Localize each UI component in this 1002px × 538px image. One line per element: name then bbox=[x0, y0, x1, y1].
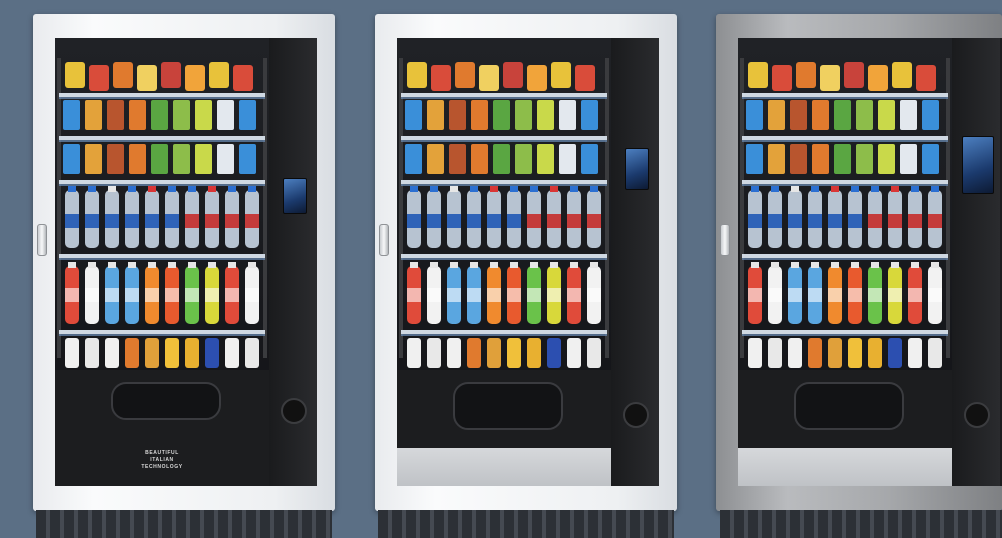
cabinet bbox=[738, 38, 1002, 486]
brand-line-3: TECHNOLOGY bbox=[141, 464, 183, 470]
coin-return-button[interactable] bbox=[281, 398, 307, 424]
product-pickup-slot[interactable] bbox=[794, 382, 904, 430]
machine-base bbox=[378, 510, 674, 538]
touch-screen[interactable] bbox=[625, 148, 649, 190]
display-window bbox=[397, 38, 611, 370]
machine-base bbox=[720, 510, 1002, 538]
cabinet bbox=[397, 38, 659, 486]
coin-return-button[interactable] bbox=[964, 402, 990, 428]
machine-frame bbox=[716, 14, 1002, 511]
door-handle[interactable] bbox=[37, 224, 47, 256]
control-panel bbox=[952, 38, 1000, 486]
door-handle[interactable] bbox=[379, 224, 389, 256]
display-window bbox=[738, 38, 952, 370]
product-pickup-slot[interactable] bbox=[453, 382, 563, 430]
touch-screen[interactable] bbox=[962, 136, 994, 194]
brand-text: BEAUTIFUL ITALIAN TECHNOLOGY bbox=[55, 450, 269, 471]
machine-base bbox=[36, 510, 332, 538]
coin-return-button[interactable] bbox=[623, 402, 649, 428]
pickup-tray[interactable] bbox=[397, 448, 611, 486]
door-handle[interactable] bbox=[720, 224, 730, 256]
pickup-tray[interactable] bbox=[738, 448, 952, 486]
touch-screen[interactable] bbox=[283, 178, 307, 214]
control-panel bbox=[269, 38, 317, 486]
brand-line-2: ITALIAN bbox=[150, 457, 174, 463]
control-panel bbox=[611, 38, 659, 486]
brand-line-1: BEAUTIFUL bbox=[145, 450, 179, 456]
machine-frame: BEAUTIFUL ITALIAN TECHNOLOGY bbox=[33, 14, 335, 511]
product-pickup-slot[interactable] bbox=[111, 382, 221, 420]
display-window bbox=[55, 38, 269, 370]
machine-frame bbox=[375, 14, 677, 511]
cabinet: BEAUTIFUL ITALIAN TECHNOLOGY bbox=[55, 38, 317, 486]
